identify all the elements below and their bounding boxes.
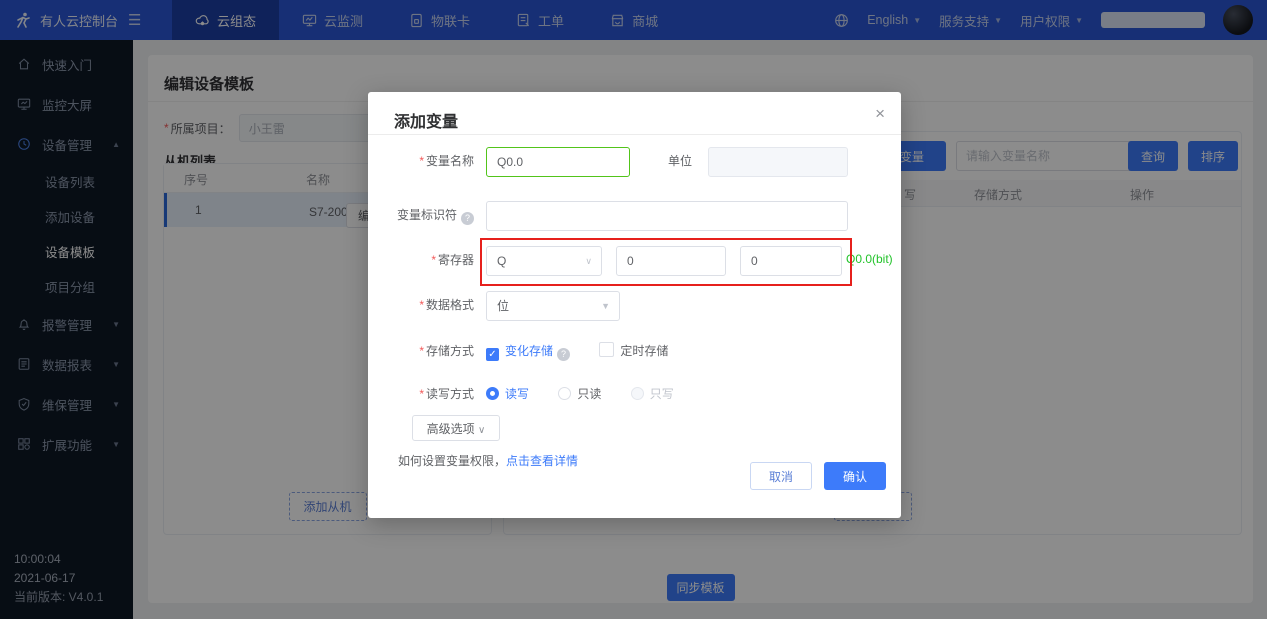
register-bit-input[interactable]: 0 <box>740 246 842 276</box>
checkbox-checked-icon: ✓ <box>486 348 499 361</box>
storage-options: ✓ 变化存储? 定时存储 <box>486 336 694 366</box>
chevron-down-icon: ∨ <box>585 256 592 266</box>
register-type-select[interactable]: Q ∨ <box>486 246 602 276</box>
rw-options: 读写 只读 只写 <box>486 379 700 409</box>
identifier-input[interactable] <box>486 201 848 231</box>
register-type-value: Q <box>497 254 507 268</box>
divider <box>368 134 901 135</box>
advanced-options-button[interactable]: 高级选项 ∨ <box>412 415 500 441</box>
checkbox-unchecked-icon <box>599 342 615 357</box>
unit-label: 单位 <box>667 154 692 168</box>
close-icon[interactable]: × <box>875 104 885 124</box>
storage-timed-checkbox[interactable]: 定时存储 <box>599 342 668 358</box>
identifier-label: 变量标识符? <box>360 200 474 230</box>
data-format-select[interactable]: 位 ▼ <box>486 291 620 321</box>
rw-writeonly-radio: 只写 <box>630 387 674 401</box>
rw-readwrite-radio[interactable]: 读写 <box>486 387 529 401</box>
required-mark: * <box>419 344 424 358</box>
unit-input <box>708 147 848 177</box>
required-mark: * <box>419 298 424 312</box>
radio-disabled-icon <box>630 387 644 400</box>
confirm-button[interactable]: 确认 <box>824 462 886 490</box>
register-hint: Q0.0(bit) <box>846 252 893 266</box>
help-line: 如何设置变量权限，点击查看详情 <box>398 452 578 469</box>
screen: 有人云控制台 ☰ 云组态 云监测 物联卡 工单 商城 English ▼ 服务支… <box>0 0 1267 619</box>
help-details-link[interactable]: 点击查看详情 <box>506 454 578 468</box>
radio-selected-icon <box>486 387 499 400</box>
rw-readonly-radio[interactable]: 只读 <box>558 387 601 401</box>
data-format-value: 位 <box>497 299 510 313</box>
storage-mode-label: * 存储方式 <box>419 344 474 358</box>
info-icon[interactable]: ? <box>461 212 474 225</box>
add-variable-modal: 添加变量 × * 变量名称 Q0.0 单位 变量标识符? * 寄存器 Q ∨ 0 0… <box>368 92 901 518</box>
info-icon[interactable]: ? <box>557 348 571 361</box>
chevron-down-icon: ∨ <box>478 424 486 436</box>
data-format-label: * 数据格式 <box>419 298 474 312</box>
cancel-button[interactable]: 取消 <box>750 462 812 490</box>
required-mark: * <box>419 387 424 401</box>
caret-down-icon: ▼ <box>601 301 610 311</box>
help-text: 如何设置变量权限， <box>398 454 507 468</box>
variable-name-label: * 变量名称 <box>419 154 474 168</box>
required-mark: * <box>431 253 436 267</box>
storage-change-checkbox[interactable]: ✓ 变化存储? <box>486 344 571 361</box>
rw-mode-label: * 读写方式 <box>419 387 474 401</box>
register-address-input[interactable]: 0 <box>616 246 726 276</box>
modal-title: 添加变量 <box>394 114 459 131</box>
radio-unselected-icon <box>558 387 572 400</box>
register-label: * 寄存器 <box>431 253 474 267</box>
required-mark: * <box>419 154 424 168</box>
